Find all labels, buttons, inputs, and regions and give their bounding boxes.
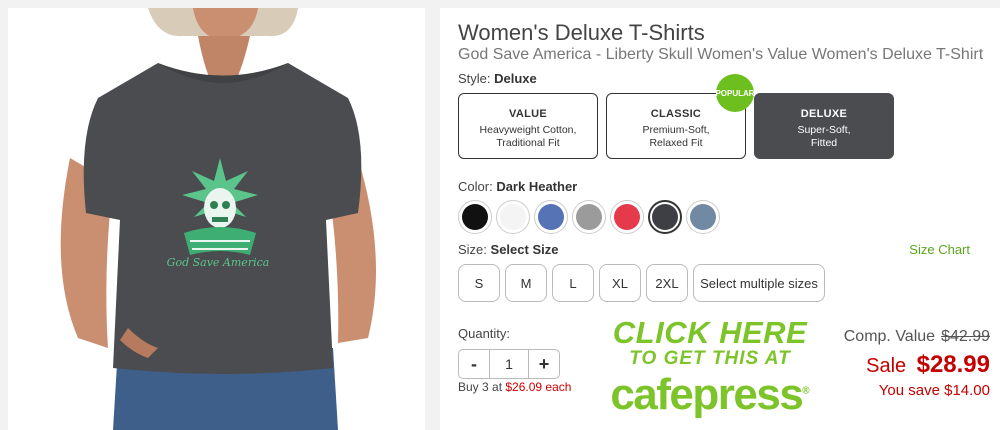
- style-label: Style: Deluxe: [458, 71, 537, 86]
- style-option-deluxe[interactable]: DELUXE Super-Soft, Fitted: [754, 93, 894, 159]
- size-button-l[interactable]: L: [552, 264, 594, 302]
- popular-badge: POPULAR: [715, 74, 755, 112]
- color-swatch-blue[interactable]: [534, 200, 568, 234]
- quantity-input[interactable]: 1: [489, 350, 529, 378]
- promo-subline: TO GET THIS AT: [629, 348, 791, 369]
- color-label: Color: Dark Heather: [458, 179, 578, 194]
- quantity-decrement-button[interactable]: -: [459, 350, 489, 378]
- product-title: Women's Deluxe T-Shirts: [458, 20, 705, 45]
- bulk-price: $26.09 each: [505, 380, 572, 394]
- size-button-xl[interactable]: XL: [599, 264, 641, 302]
- savings-text: You save $14.00: [878, 382, 990, 399]
- tshirt-illustration: God Save America: [8, 8, 425, 430]
- quantity-increment-button[interactable]: +: [529, 350, 559, 378]
- color-swatch-gray[interactable]: [572, 200, 606, 234]
- style-selected-value: Deluxe: [494, 71, 537, 86]
- product-subtitle: God Save America - Liberty Skull Women's…: [458, 46, 984, 63]
- sale-price: $28.99: [916, 351, 990, 378]
- size-chart-link[interactable]: Size Chart: [909, 242, 970, 257]
- quantity-stepper: - 1 +: [458, 349, 560, 379]
- select-multiple-sizes-button[interactable]: Select multiple sizes: [693, 264, 825, 302]
- color-swatch-red[interactable]: [610, 200, 644, 234]
- comp-value: i Comp. Value $42.99: [823, 328, 990, 346]
- product-image[interactable]: God Save America: [8, 8, 425, 430]
- sale-price-line: Sale $28.99: [866, 351, 990, 378]
- cafepress-promo-banner[interactable]: CLICK HERE TO GET THIS AT cafepress®: [580, 315, 840, 425]
- cafepress-logo: cafepress®: [610, 370, 810, 419]
- size-label: Size: Select Size: [458, 242, 559, 257]
- color-swatch-white[interactable]: [496, 200, 530, 234]
- size-button-2xl[interactable]: 2XL: [646, 264, 688, 302]
- color-swatch-black[interactable]: [458, 200, 492, 234]
- color-selected-value: Dark Heather: [496, 179, 578, 194]
- size-selected-value: Select Size: [490, 242, 559, 257]
- size-button-m[interactable]: M: [505, 264, 547, 302]
- graphic-caption: God Save America: [167, 256, 270, 269]
- comp-price: $42.99: [941, 328, 990, 345]
- bulk-pricing-note: Buy 3 at $26.09 each: [458, 380, 572, 394]
- color-swatch-dark-heather[interactable]: [648, 200, 682, 234]
- size-button-s[interactable]: S: [458, 264, 500, 302]
- quantity-label: Quantity:: [458, 326, 511, 341]
- style-option-value[interactable]: VALUE Heavyweight Cotton, Traditional Fi…: [458, 93, 598, 159]
- promo-click-here: CLICK HERE: [612, 315, 808, 350]
- color-swatch-slate[interactable]: [686, 200, 720, 234]
